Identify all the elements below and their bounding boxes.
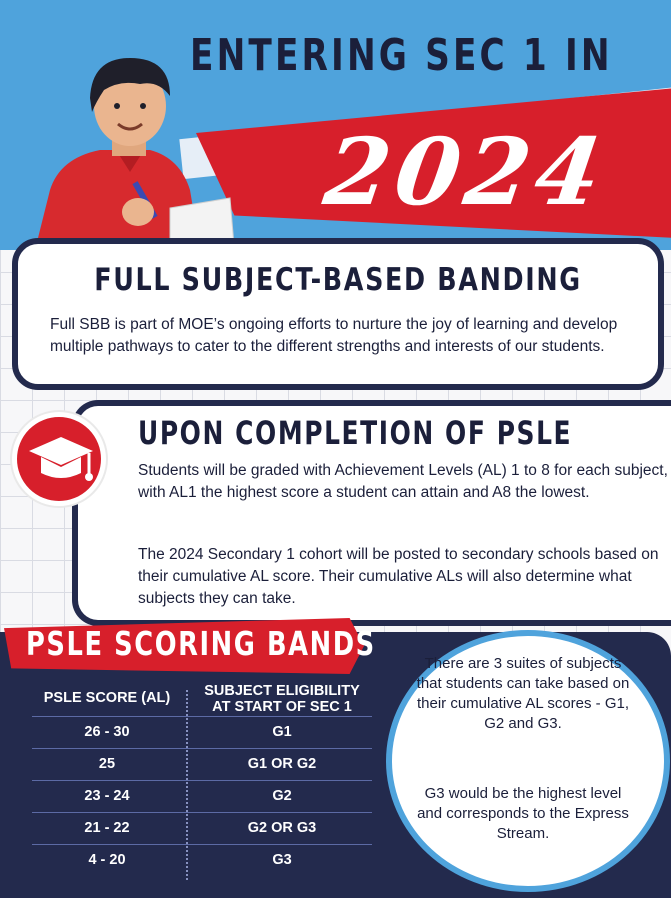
subject-cell: G1 — [272, 724, 292, 740]
psle-heading: UPON COMPLETION OF PSLE — [138, 414, 573, 452]
score-cell: 21 - 22 — [84, 820, 130, 836]
table-row: 25 G1 OR G2 — [32, 748, 372, 780]
graduation-cap-badge — [12, 412, 106, 506]
table-row: 4 - 20 G3 — [32, 844, 372, 876]
col-header-score: PSLE SCORE (AL) — [43, 690, 171, 706]
score-cell: 26 - 30 — [84, 724, 130, 740]
subject-cell: G3 — [272, 852, 292, 868]
sbb-body: Full SBB is part of MOE’s ongoing effort… — [50, 316, 618, 355]
col-header-eligibility: SUBJECT ELIGIBILITY AT START OF SEC 1 — [192, 683, 372, 715]
table-row: 26 - 30 G1 — [32, 716, 372, 748]
psle-para-2: The 2024 Secondary 1 cohort will be post… — [138, 546, 659, 607]
subject-cell: G2 — [272, 788, 292, 804]
score-cell: 23 - 24 — [84, 788, 130, 804]
psle-para-1: Students will be graded with Achievement… — [138, 462, 668, 501]
score-cell: 4 - 20 — [88, 852, 126, 868]
year-label: 2024 — [318, 118, 614, 226]
student-illustration — [35, 58, 235, 250]
subject-cell: G2 OR G3 — [247, 820, 317, 836]
col-header-eligibility-line1: SUBJECT ELIGIBILITY — [204, 683, 360, 699]
note-para-1: There are 3 suites of subjects that stud… — [416, 655, 630, 732]
psle-card: UPON COMPLETION OF PSLE Students will be… — [72, 400, 671, 626]
scoring-title: PSLE SCORING BANDS — [26, 624, 376, 663]
subject-cell: G1 OR G2 — [247, 756, 317, 772]
sbb-card: FULL SUBJECT-BASED BANDING Full SBB is p… — [12, 238, 664, 390]
graduation-cap-icon — [29, 437, 93, 481]
table-row: 21 - 22 G2 OR G3 — [32, 812, 372, 844]
col-header-eligibility-line2: AT START OF SEC 1 — [212, 699, 352, 715]
table-divider — [186, 690, 188, 880]
table-row: 23 - 24 G2 — [32, 780, 372, 812]
note-para-2: G3 would be the highest level and corres… — [417, 785, 629, 842]
page-title: ENTERING SEC 1 IN — [190, 30, 613, 81]
sbb-heading: FULL SUBJECT-BASED BANDING — [94, 262, 582, 298]
score-cell: 25 — [98, 756, 116, 772]
